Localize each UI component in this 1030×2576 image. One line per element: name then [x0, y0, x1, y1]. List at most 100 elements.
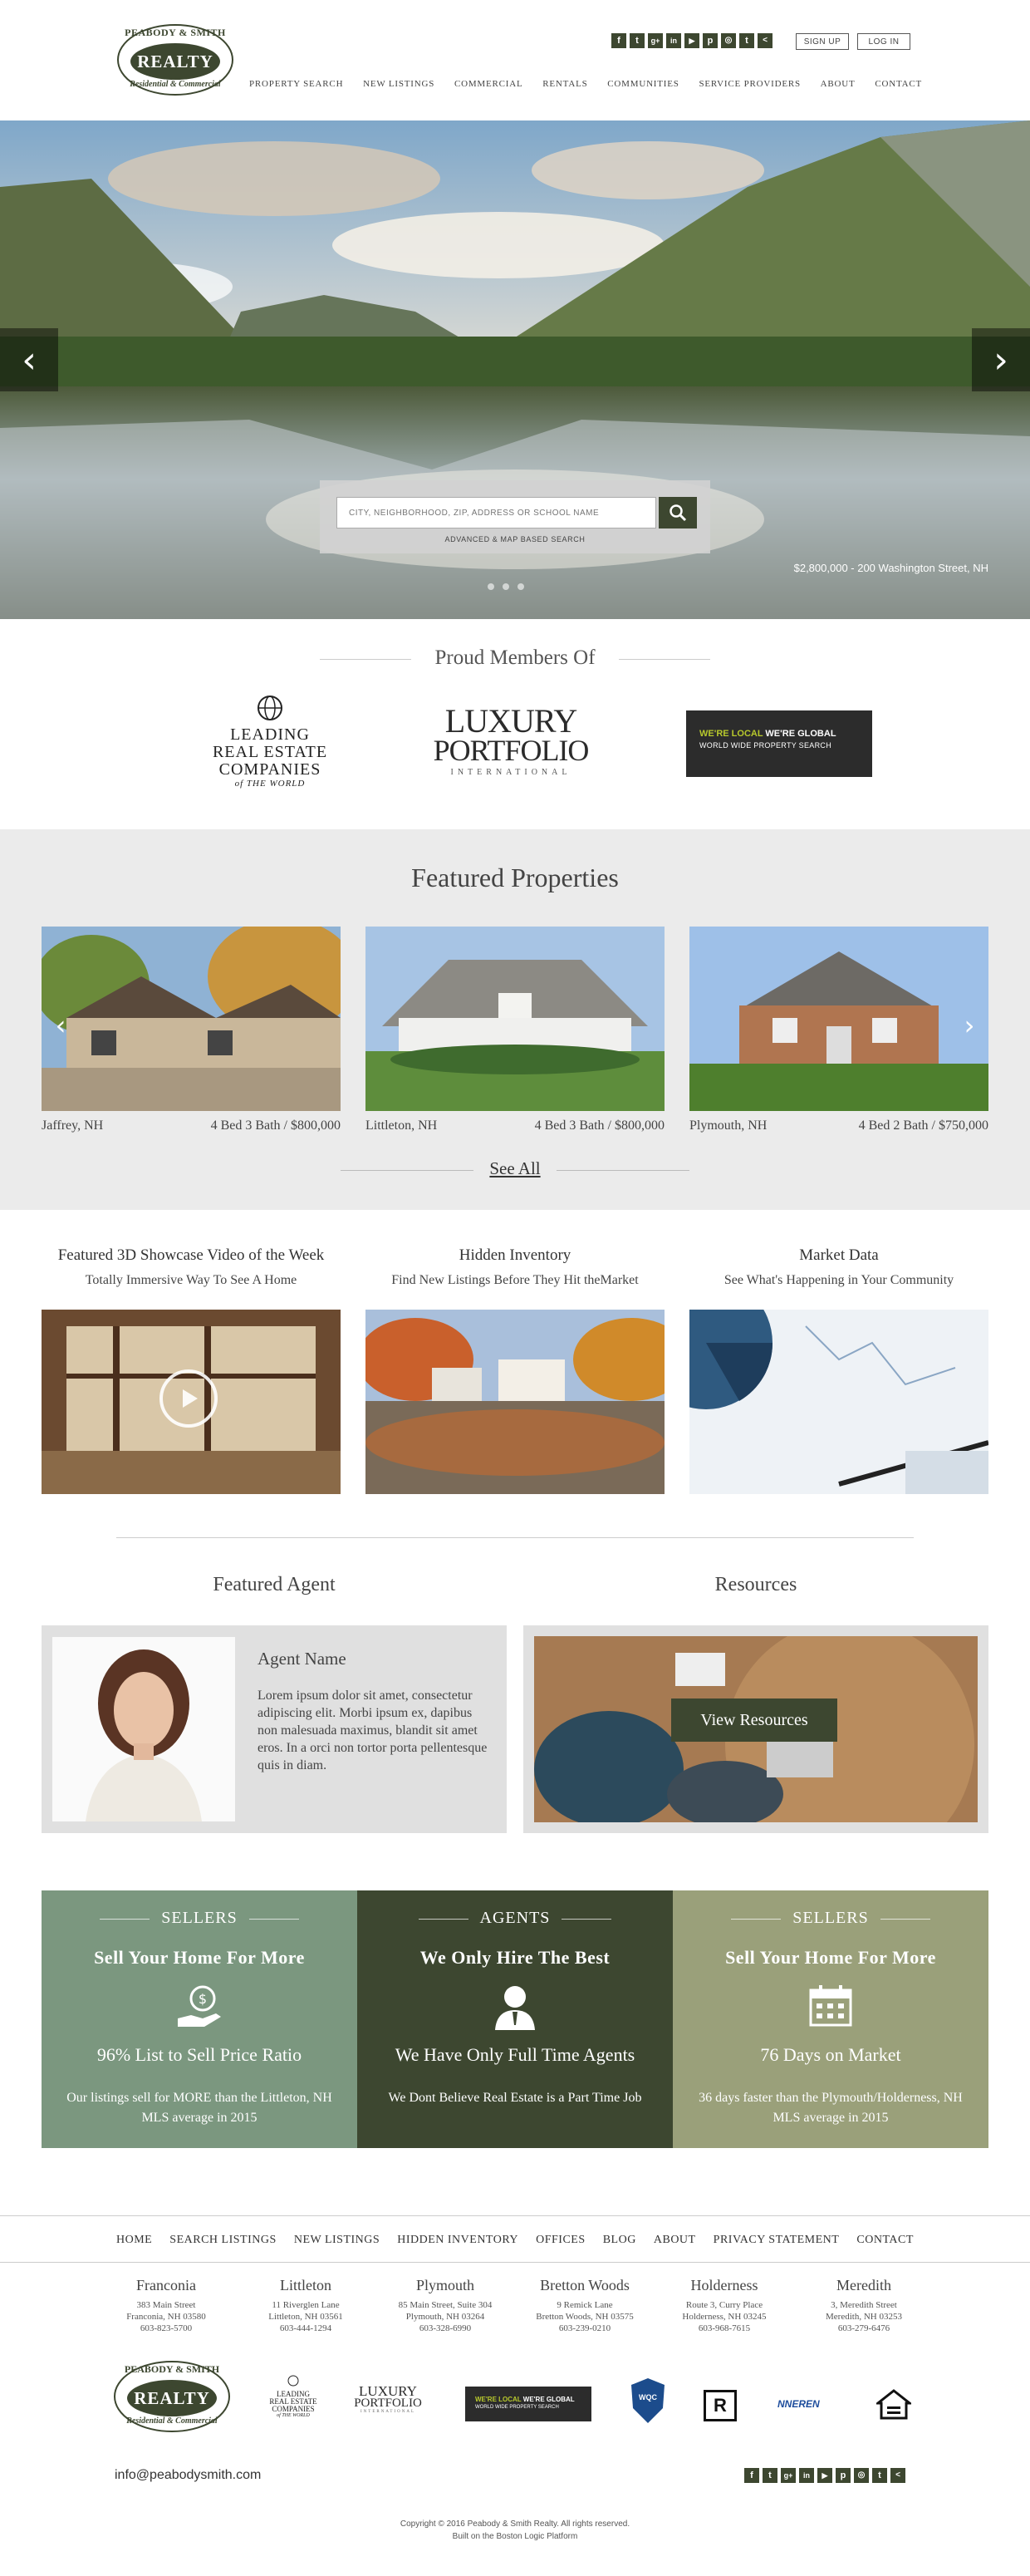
- office-name: Plymouth: [415, 2277, 474, 2293]
- footer-nav-privacy[interactable]: PRIVACY STATEMENT: [714, 2234, 840, 2247]
- footer-nav: HOME SEARCH LISTINGS NEW LISTINGS HIDDEN…: [116, 2234, 914, 2247]
- office-card[interactable]: Meredith 3, Meredith Street Meredith, NH…: [806, 2277, 922, 2334]
- promo-subtitle: See What's Happening in Your Community: [723, 1273, 954, 1287]
- market-data-image[interactable]: [689, 1310, 988, 1494]
- featured-prev-arrow[interactable]: ‹: [47, 1007, 75, 1044]
- slide-dot[interactable]: [488, 583, 494, 590]
- footer-nav-blog[interactable]: BLOG: [603, 2234, 636, 2247]
- google-plus-icon[interactable]: g+: [781, 2468, 796, 2483]
- nneren-logo[interactable]: NNEREN: [777, 2398, 842, 2410]
- search-button[interactable]: [659, 497, 697, 528]
- footer-lre-logo[interactable]: LEADING REAL ESTATE COMPANIES of THE WOR…: [262, 2375, 324, 2418]
- nav-commercial[interactable]: COMMERCIAL: [454, 79, 523, 89]
- nav-property-search[interactable]: PROPERTY SEARCH: [249, 79, 343, 89]
- copyright-text: Copyright © 2016 Peabody & Smith Realty.…: [400, 2519, 630, 2529]
- hero-next-arrow[interactable]: ›: [972, 328, 1030, 391]
- office-card[interactable]: Franconia 383 Main Street Franconia, NH …: [108, 2277, 224, 2334]
- footer-nav-hidden-inventory[interactable]: HIDDEN INVENTORY: [397, 2234, 518, 2247]
- nav-new-listings[interactable]: NEW LISTINGS: [363, 79, 434, 89]
- contact-email-link[interactable]: info@peabodysmith.com: [115, 2468, 261, 2483]
- footer-logo[interactable]: PEABODY & SMITH REALTY Residential & Com…: [113, 2360, 231, 2433]
- linkedin-icon[interactable]: in: [666, 33, 681, 48]
- log-in-button[interactable]: LOG IN: [857, 33, 910, 50]
- linkedin-icon[interactable]: in: [799, 2468, 814, 2483]
- stat-heading: Sell Your Home For More: [725, 1947, 936, 1968]
- property-search-input[interactable]: [336, 497, 656, 528]
- site-logo[interactable]: PEABODY & SMITH REALTY Residential & Com…: [116, 23, 234, 96]
- built-on-text[interactable]: Built on the Boston Logic Platform: [0, 2530, 1030, 2543]
- instagram-icon[interactable]: ◎: [854, 2468, 869, 2483]
- stat-label: AGENTS: [479, 1909, 551, 1927]
- property-image[interactable]: [42, 927, 341, 1111]
- footer-nav-contact[interactable]: CONTACT: [856, 2234, 914, 2247]
- twitter-icon[interactable]: t: [763, 2468, 777, 2483]
- featured-next-arrow[interactable]: ›: [955, 1007, 983, 1044]
- nav-service-providers[interactable]: SERVICE PROVIDERS: [699, 79, 800, 89]
- globe-icon: [287, 2375, 299, 2387]
- equal-housing-icon[interactable]: [874, 2388, 914, 2423]
- hero-prev-arrow[interactable]: ‹: [0, 328, 58, 391]
- office-phone: 603-279-6476: [837, 2323, 890, 2333]
- property-image[interactable]: [689, 927, 988, 1111]
- office-card[interactable]: Bretton Woods 9 Remick Lane Bretton Wood…: [527, 2277, 643, 2334]
- footer-nav-about[interactable]: ABOUT: [654, 2234, 696, 2247]
- pinterest-icon[interactable]: p: [703, 33, 718, 48]
- luxury-line1: LUXURY: [359, 2383, 417, 2399]
- sign-up-button[interactable]: SIGN UP: [796, 33, 849, 50]
- facebook-icon[interactable]: f: [611, 33, 626, 48]
- wqc-badge-icon[interactable]: WQC: [630, 2377, 666, 2428]
- slide-dot[interactable]: [503, 583, 509, 590]
- leading-real-estate-logo[interactable]: LEADING REAL ESTATE COMPANIES of THE WOR…: [199, 694, 341, 802]
- office-card[interactable]: Littleton 11 Riverglen Lane Littleton, N…: [248, 2277, 364, 2334]
- office-city: Bretton Woods, NH 03575: [536, 2312, 634, 2322]
- agent-photo[interactable]: [52, 1637, 235, 1821]
- play-icon[interactable]: [159, 1369, 218, 1428]
- wqc-label: WQC: [639, 2393, 657, 2401]
- office-street: 9 Remick Lane: [557, 2300, 613, 2310]
- office-phone: 603-328-6990: [419, 2323, 472, 2333]
- advanced-search-link[interactable]: ADVANCED & MAP BASED SEARCH: [320, 535, 710, 543]
- nav-rentals[interactable]: RENTALS: [542, 79, 587, 89]
- instagram-icon[interactable]: ◎: [721, 33, 736, 48]
- nav-about[interactable]: ABOUT: [821, 79, 856, 89]
- stat-label: SELLERS: [792, 1909, 869, 1927]
- office-card[interactable]: Plymouth 85 Main Street, Suite 304 Plymo…: [387, 2277, 503, 2334]
- local-line1: WE'RE LOCAL: [699, 729, 763, 739]
- realtor-icon[interactable]: R: [704, 2390, 737, 2421]
- nav-communities[interactable]: COMMUNITIES: [607, 79, 679, 89]
- office-card[interactable]: Holderness Route 3, Curry Place Holderne…: [666, 2277, 782, 2334]
- divider: [116, 1537, 914, 1538]
- property-image[interactable]: [365, 927, 665, 1111]
- footer-nav-offices[interactable]: OFFICES: [536, 2234, 586, 2247]
- local-line1: WE'RE LOCAL: [475, 2396, 522, 2403]
- pinterest-icon[interactable]: p: [836, 2468, 851, 2483]
- lre-line4: of THE WORLD: [277, 2413, 310, 2418]
- see-all-link[interactable]: See All: [0, 1158, 1030, 1179]
- agent-name[interactable]: Agent Name: [258, 1649, 346, 1669]
- local-global-logo[interactable]: WE'RE LOCAL WE'RE GLOBAL WORLD WIDE PROP…: [686, 710, 872, 777]
- youtube-icon[interactable]: ▶: [817, 2468, 832, 2483]
- showcase-video-thumbnail[interactable]: [42, 1310, 341, 1494]
- divider: [731, 1918, 782, 1920]
- share-icon[interactable]: <: [758, 33, 772, 48]
- tumblr-icon[interactable]: t: [739, 33, 754, 48]
- view-resources-button[interactable]: View Resources: [671, 1698, 837, 1742]
- resources-title: Resources: [714, 1574, 797, 1595]
- footer-nav-new-listings[interactable]: NEW LISTINGS: [294, 2234, 380, 2247]
- twitter-icon[interactable]: t: [630, 33, 645, 48]
- share-icon[interactable]: <: [890, 2468, 905, 2483]
- footer-nav-home[interactable]: HOME: [116, 2234, 152, 2247]
- google-plus-icon[interactable]: g+: [648, 33, 663, 48]
- nav-contact[interactable]: CONTACT: [875, 79, 922, 89]
- tumblr-icon[interactable]: t: [872, 2468, 887, 2483]
- office-phone: 603-239-0210: [558, 2323, 611, 2333]
- facebook-icon[interactable]: f: [744, 2468, 759, 2483]
- footer-luxury-logo[interactable]: LUXURY PORTFOLIO INTERNATIONAL: [352, 2383, 424, 2414]
- luxury-portfolio-logo[interactable]: LUXURY PORTFOLIO INTERNATIONAL: [428, 705, 594, 789]
- slide-dot[interactable]: [517, 583, 524, 590]
- hidden-inventory-image[interactable]: [365, 1310, 665, 1494]
- youtube-icon[interactable]: ▶: [684, 33, 699, 48]
- footer-local-global-logo[interactable]: WE'RE LOCAL WE'RE GLOBAL WORLD WIDE PROP…: [465, 2387, 591, 2421]
- globe-icon: [258, 696, 282, 720]
- footer-nav-search-listings[interactable]: SEARCH LISTINGS: [169, 2234, 276, 2247]
